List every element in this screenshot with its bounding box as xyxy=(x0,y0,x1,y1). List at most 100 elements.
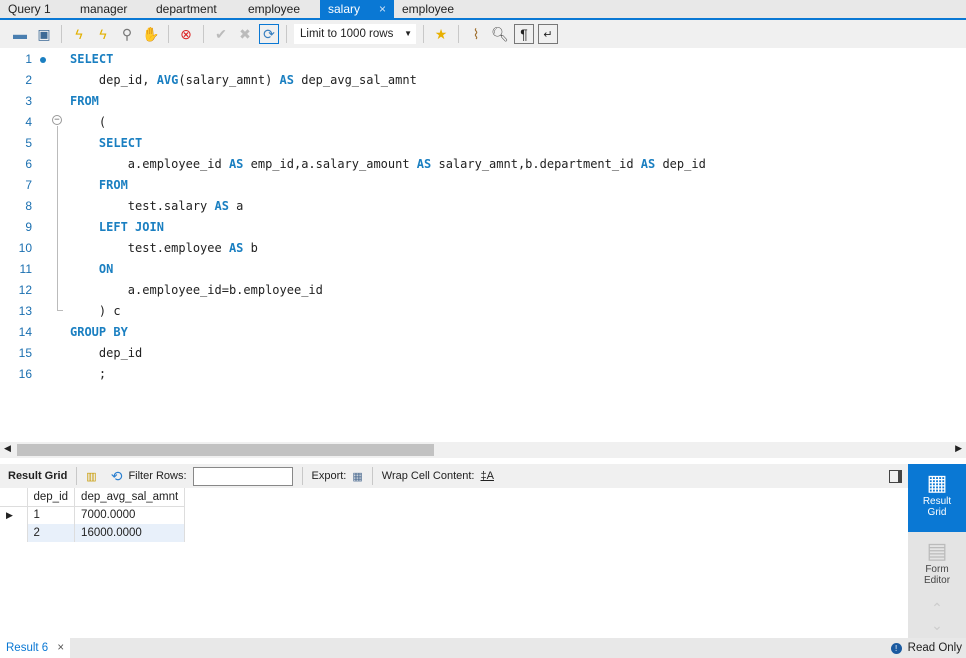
divider xyxy=(76,467,78,485)
divider xyxy=(61,25,62,43)
sql-text: dep_id xyxy=(655,157,706,171)
line-number: 16 xyxy=(18,367,32,381)
line-number: 9 xyxy=(25,220,32,234)
limit-rows-value: Limit to 1000 rows xyxy=(300,28,394,40)
sql-text: test.employee xyxy=(70,241,229,255)
export-icon[interactable]: ▦ xyxy=(352,470,362,483)
code-line: test.employee AS b xyxy=(70,241,258,255)
sql-text: (salary_amnt) xyxy=(178,73,280,87)
sql-text: ( xyxy=(70,115,107,129)
wrap-cell-label: Wrap Cell Content: xyxy=(381,470,475,482)
line-number: 13 xyxy=(18,304,32,318)
tab-employee[interactable]: employee xyxy=(394,0,464,18)
invisible-chars-icon[interactable]: ¶ xyxy=(514,24,534,44)
result-tab[interactable]: Result 6 × xyxy=(0,638,71,658)
scroll-panel-icon[interactable]: ⌃ ⌄ xyxy=(908,600,966,634)
sql-text: salary_amnt,b.department_id xyxy=(431,157,641,171)
fold-toggle-icon[interactable]: − xyxy=(52,115,62,125)
column-header[interactable]: dep_avg_sal_amnt xyxy=(74,488,186,507)
execute-icon[interactable]: ϟ xyxy=(69,24,89,44)
toggle-panel-icon[interactable] xyxy=(889,469,902,483)
code-line: LEFT JOIN xyxy=(70,220,164,234)
tab-query-1[interactable]: Query 1 xyxy=(0,0,72,18)
column-header[interactable]: dep_id xyxy=(27,488,76,507)
divider xyxy=(371,467,373,485)
scroll-right-icon[interactable]: ▶ xyxy=(955,443,962,454)
tab-department[interactable]: department xyxy=(148,0,240,18)
autocommit-icon[interactable]: ⟳ xyxy=(259,24,279,44)
result-grid[interactable]: dep_id dep_avg_sal_amnt ▶ 1 7000.0000 2 1600… xyxy=(0,488,186,542)
sql-keyword: ON xyxy=(98,262,114,276)
code-line: ) c xyxy=(70,304,121,318)
tab-label: employee xyxy=(402,2,455,16)
tab-label: Query 1 xyxy=(8,2,51,16)
cell[interactable]: 7000.0000 xyxy=(74,506,186,524)
form-editor-button[interactable]: ▤ Form Editor xyxy=(908,532,966,600)
result-grid-button[interactable]: ▦ Result Grid xyxy=(908,464,966,532)
commit-icon[interactable]: ✔ xyxy=(211,24,231,44)
stop-icon[interactable]: ✋ xyxy=(141,24,161,44)
sql-keyword: AS xyxy=(640,157,656,171)
execute-current-icon[interactable]: ϟ xyxy=(93,24,113,44)
grid-icon: ▦ xyxy=(926,470,948,495)
horizontal-scrollbar[interactable]: ◀ ▶ xyxy=(0,442,966,458)
open-folder-icon[interactable]: ▬ xyxy=(10,24,30,44)
rollback-icon[interactable]: ✖ xyxy=(235,24,255,44)
scroll-thumb[interactable] xyxy=(17,444,434,456)
save-icon[interactable]: ▣ xyxy=(34,24,54,44)
sql-text: a xyxy=(228,199,244,213)
read-only-label: Read Only xyxy=(907,642,962,654)
cell[interactable]: 1 xyxy=(27,506,76,524)
beautify-broom-icon[interactable]: ⌇ xyxy=(466,24,486,44)
sql-text: dep_id, xyxy=(70,73,157,87)
close-icon[interactable]: × xyxy=(57,642,64,654)
toggle-error-icon[interactable]: ⊗ xyxy=(176,24,196,44)
wrap-cell-icon[interactable]: ‡A xyxy=(481,470,494,482)
sql-text: dep_avg_sal_amnt xyxy=(294,73,417,87)
limit-rows-select[interactable]: Limit to 1000 rows ▼ xyxy=(294,24,416,44)
filter-rows-label: Filter Rows: xyxy=(128,470,187,482)
line-number: 8 xyxy=(25,199,32,213)
code-line: ON xyxy=(70,262,113,276)
line-number: 11 xyxy=(19,262,32,276)
divider xyxy=(458,25,459,43)
cell[interactable]: 16000.0000 xyxy=(74,524,186,542)
divider xyxy=(168,25,169,43)
query-tabs: Query 1 manager department employee salary × e… xyxy=(0,0,966,18)
code-line: ( xyxy=(70,115,106,129)
sql-keyword: SELECT xyxy=(70,52,114,66)
line-number: 14 xyxy=(18,325,32,339)
explain-icon[interactable]: ⚲ xyxy=(117,24,137,44)
tab-manager[interactable]: manager xyxy=(72,0,148,18)
sql-text: test.salary xyxy=(70,199,215,213)
result-grid-label[interactable]: Result Grid xyxy=(8,470,67,482)
filter-rows-input[interactable] xyxy=(192,466,293,486)
grid-columns-icon[interactable]: ▥ xyxy=(86,470,96,483)
tab-employee[interactable]: employee xyxy=(240,0,320,18)
scroll-left-icon[interactable]: ◀ xyxy=(4,443,11,454)
sql-text: ) c xyxy=(70,304,121,318)
line-number: 5 xyxy=(25,136,32,150)
code-line: dep_id, AVG(salary_amnt) AS dep_avg_sal_… xyxy=(70,73,417,87)
line-number: 2 xyxy=(25,73,32,87)
table-row[interactable]: 2 16000.0000 xyxy=(0,524,186,542)
cell[interactable]: 2 xyxy=(27,524,76,542)
wrap-icon[interactable]: ↵ xyxy=(538,24,558,44)
code-line: SELECT xyxy=(70,52,113,66)
table-row[interactable]: ▶ 1 7000.0000 xyxy=(0,506,186,524)
sql-editor[interactable]: 1 SELECT 2 dep_id, AVG(salary_amnt) AS dep… xyxy=(0,48,966,442)
tab-salary[interactable]: salary × xyxy=(320,0,394,18)
sql-keyword: AS xyxy=(228,157,244,171)
status-bar: Result 6 × ! Read Only xyxy=(0,638,966,658)
refresh-icon[interactable]: ⟲ xyxy=(111,468,123,485)
code-line: test.salary AS a xyxy=(70,199,244,213)
find-icon[interactable]: 🔍︎ xyxy=(490,24,510,44)
tab-label: salary xyxy=(328,2,361,16)
code-line: ; xyxy=(70,367,106,381)
close-tab-icon[interactable]: × xyxy=(379,0,386,18)
divider xyxy=(286,25,287,43)
bookmark-star-icon[interactable]: ★ xyxy=(431,24,451,44)
sql-keyword: FROM xyxy=(98,178,128,192)
